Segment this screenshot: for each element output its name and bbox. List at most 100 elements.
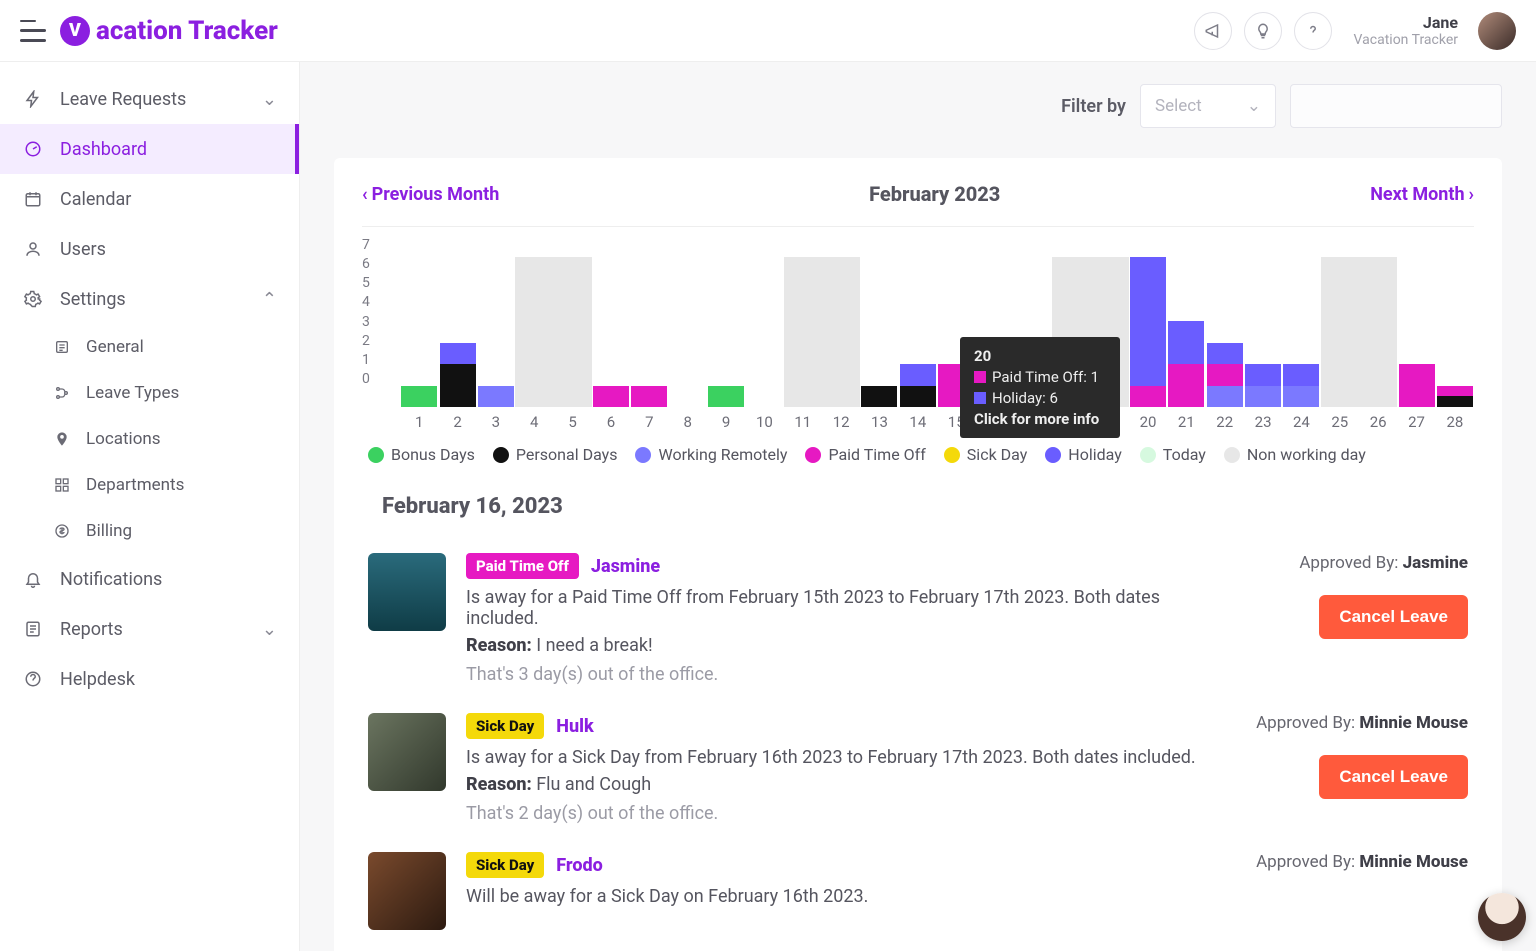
sidebar-item-reports[interactable]: Reports ⌄ (0, 604, 299, 654)
chevron-down-icon: ⌄ (1247, 96, 1261, 116)
legend-item[interactable]: Holiday (1045, 445, 1122, 464)
filter-row: Filter by Select ⌄ (300, 62, 1536, 140)
leave-avatar[interactable] (368, 852, 446, 930)
selected-day-title: February 16, 2023 (382, 494, 1474, 519)
lightbulb-icon (1254, 22, 1272, 40)
bar-day-6[interactable] (592, 257, 630, 407)
bar-day-4[interactable] (515, 257, 553, 407)
sidebar-item-calendar[interactable]: Calendar (0, 174, 299, 224)
help-icon (22, 668, 44, 690)
bar-day-24[interactable] (1282, 257, 1320, 407)
tooltip-footer: Click for more info (974, 410, 1106, 428)
sidebar-item-notifications[interactable]: Notifications (0, 554, 299, 604)
user-icon (22, 238, 44, 260)
bar-day-7[interactable] (630, 257, 668, 407)
leave-meta: That's 2 day(s) out of the office. (466, 803, 1208, 824)
help-button[interactable] (1294, 12, 1332, 50)
sidebar-item-departments[interactable]: Departments (52, 462, 299, 508)
sidebar-item-settings[interactable]: Settings ⌃ (0, 274, 299, 324)
legend-item[interactable]: Working Remotely (635, 445, 787, 464)
bar-day-26[interactable] (1359, 257, 1397, 407)
bar-day-5[interactable] (553, 257, 591, 407)
chart-bars[interactable]: 20 Paid Time Off: 1Holiday: 6 Click for … (400, 257, 1474, 407)
month-nav: ‹ Previous Month February 2023 Next Mont… (362, 182, 1474, 227)
chevron-up-icon: ⌃ (262, 289, 277, 310)
leave-item: Sick DayHulkIs away for a Sick Day from … (362, 699, 1474, 838)
sidebar: Leave Requests ⌄ Dashboard Calendar User… (0, 62, 300, 951)
sidebar-item-locations[interactable]: Locations (52, 416, 299, 462)
month-title: February 2023 (869, 182, 1000, 206)
leave-user-link[interactable]: Jasmine (591, 556, 660, 577)
announcements-button[interactable] (1194, 12, 1232, 50)
main: Filter by Select ⌄ ‹ Previous Month Febr… (300, 62, 1536, 951)
legend-item[interactable]: Personal Days (493, 445, 618, 464)
sidebar-item-leave-requests[interactable]: Leave Requests ⌄ (0, 74, 299, 124)
filter-select[interactable]: Select ⌄ (1140, 84, 1276, 128)
nav-label: Leave Types (86, 383, 179, 403)
leave-avatar[interactable] (368, 713, 446, 791)
bar-day-3[interactable] (477, 257, 515, 407)
leave-user-link[interactable]: Frodo (556, 855, 602, 876)
legend-item[interactable]: Paid Time Off (805, 445, 925, 464)
bar-day-20[interactable] (1129, 257, 1167, 407)
tips-button[interactable] (1244, 12, 1282, 50)
chevron-down-icon: ⌄ (262, 619, 277, 640)
bar-day-13[interactable] (860, 257, 898, 407)
filter-secondary-input[interactable] (1290, 84, 1502, 128)
nav-label: Leave Requests (60, 89, 186, 110)
bar-day-8[interactable] (669, 257, 707, 407)
legend-item[interactable]: Bonus Days (368, 445, 475, 464)
bar-day-9[interactable] (707, 257, 745, 407)
calendar-icon (22, 188, 44, 210)
prev-month-button[interactable]: ‹ Previous Month (362, 184, 499, 205)
nav-label: Billing (86, 521, 132, 541)
leave-list: Paid Time OffJasmineIs away for a Paid T… (362, 539, 1474, 944)
bar-day-2[interactable] (438, 257, 476, 407)
sidebar-item-users[interactable]: Users (0, 224, 299, 274)
menu-toggle-icon[interactable] (20, 20, 46, 42)
topbar: V acation Tracker Jane Vacation Tracker (0, 0, 1536, 62)
bar-day-23[interactable] (1244, 257, 1282, 407)
cancel-leave-button[interactable]: Cancel Leave (1319, 595, 1468, 639)
legend-item[interactable]: Today (1140, 445, 1206, 464)
nav-label: Dashboard (60, 139, 147, 160)
bar-day-1[interactable] (400, 257, 438, 407)
bar-day-21[interactable] (1167, 257, 1205, 407)
bar-day-25[interactable] (1321, 257, 1359, 407)
sidebar-item-billing[interactable]: Billing (52, 508, 299, 554)
legend-item[interactable]: Sick Day (944, 445, 1028, 464)
prev-month-label: Previous Month (372, 184, 500, 205)
sidebar-item-general[interactable]: General (52, 324, 299, 370)
bar-day-11[interactable] (784, 257, 822, 407)
cancel-leave-button[interactable]: Cancel Leave (1319, 755, 1468, 799)
dashboard-card: ‹ Previous Month February 2023 Next Mont… (334, 158, 1502, 951)
user-block[interactable]: Jane Vacation Tracker (1354, 13, 1458, 48)
brand-logo[interactable]: V acation Tracker (60, 16, 278, 46)
nav-label: General (86, 337, 144, 357)
user-avatar[interactable] (1478, 12, 1516, 50)
next-month-button[interactable]: Next Month › (1370, 184, 1474, 205)
chevron-down-icon: ⌄ (262, 89, 277, 110)
leave-item: Paid Time OffJasmineIs away for a Paid T… (362, 539, 1474, 699)
sidebar-item-helpdesk[interactable]: Helpdesk (0, 654, 299, 704)
leave-reason: Reason: Flu and Cough (466, 774, 1208, 795)
legend-item[interactable]: Non working day (1224, 445, 1366, 464)
sidebar-item-leave-types[interactable]: Leave Types (52, 370, 299, 416)
chat-widget-button[interactable] (1478, 893, 1526, 941)
bar-day-12[interactable] (822, 257, 860, 407)
nav-label: Calendar (60, 189, 131, 210)
bar-day-27[interactable] (1397, 257, 1435, 407)
sidebar-item-dashboard[interactable]: Dashboard (0, 124, 299, 174)
chevron-left-icon: ‹ (362, 184, 368, 205)
nav-label: Settings (60, 289, 126, 310)
megaphone-icon (1204, 22, 1222, 40)
leave-user-link[interactable]: Hulk (556, 716, 593, 737)
leave-avatar[interactable] (368, 553, 446, 631)
bar-day-10[interactable] (745, 257, 783, 407)
chart-plot[interactable]: 76543210 20 Paid Time Off: 1Holiday: 6 C… (362, 237, 1474, 407)
bar-day-28[interactable] (1436, 257, 1474, 407)
bar-day-14[interactable] (899, 257, 937, 407)
approved-by: Approved By: Minnie Mouse (1228, 713, 1468, 733)
leave-reason: Reason: I need a break! (466, 635, 1208, 656)
bar-day-22[interactable] (1206, 257, 1244, 407)
